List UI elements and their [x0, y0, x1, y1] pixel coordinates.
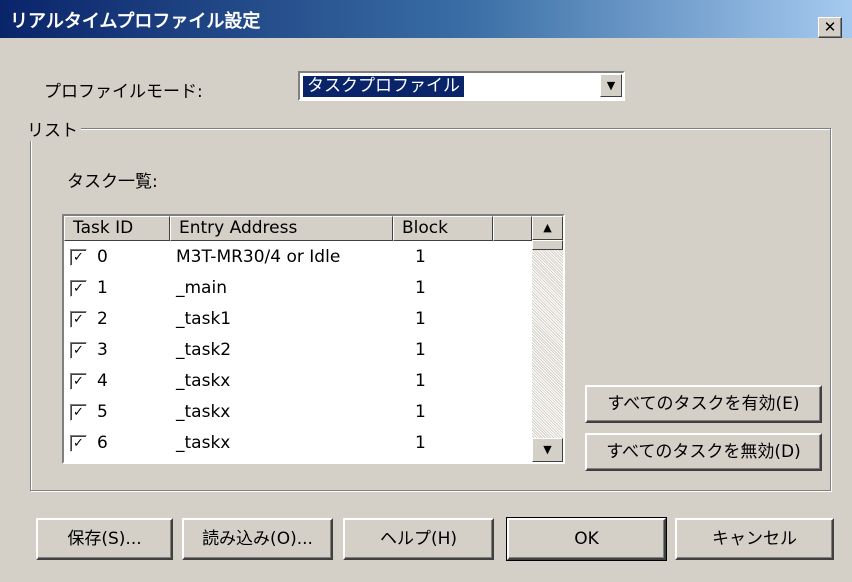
- cancel-button[interactable]: キャンセル: [675, 518, 834, 560]
- task-checkbox[interactable]: ✓: [70, 435, 87, 452]
- block-value: 1: [415, 309, 426, 329]
- column-header-entry-address[interactable]: Entry Address: [170, 216, 393, 241]
- table-row[interactable]: ✓ 3 _task2 1: [64, 335, 532, 366]
- entry-address: _task1: [176, 309, 232, 329]
- close-button[interactable]: ✕: [818, 17, 842, 38]
- block-value: 1: [415, 433, 426, 453]
- task-checkbox[interactable]: ✓: [70, 373, 87, 390]
- column-header-task-id[interactable]: Task ID: [64, 216, 170, 241]
- profile-mode-label: プロファイルモード:: [44, 82, 203, 102]
- block-value: 1: [415, 371, 426, 391]
- task-id: 2: [97, 309, 108, 329]
- task-checkbox[interactable]: ✓: [70, 280, 87, 297]
- task-id: 3: [97, 340, 108, 360]
- dropdown-arrow-icon[interactable]: ▼: [600, 74, 622, 97]
- scroll-down-icon[interactable]: ▼: [532, 438, 563, 462]
- task-id: 0: [97, 247, 108, 267]
- column-header-empty[interactable]: [493, 216, 532, 241]
- save-button[interactable]: 保存(S)...: [36, 518, 173, 560]
- disable-all-tasks-button[interactable]: すべてのタスクを無効(D): [585, 433, 822, 471]
- block-value: 1: [415, 340, 426, 360]
- entry-address: _taskx: [176, 371, 231, 391]
- vertical-scrollbar[interactable]: ▲ ▼: [532, 216, 563, 462]
- entry-address: _main: [176, 278, 227, 298]
- entry-address: _taskx: [176, 433, 231, 453]
- profile-mode-value: タスクプロファイル: [303, 76, 464, 97]
- table-row[interactable]: ✓ 1 _main 1: [64, 273, 532, 304]
- table-row[interactable]: ✓ 2 _task1 1: [64, 304, 532, 335]
- entry-address: M3T-MR30/4 or Idle: [176, 247, 341, 267]
- ok-button[interactable]: OK: [506, 517, 667, 561]
- block-value: 1: [415, 278, 426, 298]
- block-value: 1: [415, 247, 426, 267]
- scroll-thumb[interactable]: [532, 240, 563, 250]
- task-id: 4: [97, 371, 108, 391]
- title-bar: リアルタイムプロファイル設定 ✕: [0, 0, 852, 38]
- task-checkbox[interactable]: ✓: [70, 311, 87, 328]
- profile-mode-select[interactable]: タスクプロファイル ▼: [298, 71, 625, 101]
- block-value: 1: [415, 402, 426, 422]
- task-id: 6: [97, 433, 108, 453]
- column-header-block[interactable]: Block: [393, 216, 493, 241]
- load-button[interactable]: 読み込み(O)...: [182, 518, 333, 560]
- task-checkbox[interactable]: ✓: [70, 342, 87, 359]
- window-title: リアルタイムプロファイル設定: [10, 11, 261, 32]
- enable-all-tasks-button[interactable]: すべてのタスクを有効(E): [585, 385, 822, 423]
- entry-address: _task2: [176, 340, 232, 360]
- scroll-up-icon[interactable]: ▲: [532, 216, 563, 240]
- task-list[interactable]: Task ID Entry Address Block ✓ 0 M3T-MR30…: [62, 214, 565, 464]
- task-id: 1: [97, 278, 108, 298]
- task-checkbox[interactable]: ✓: [70, 404, 87, 421]
- help-button[interactable]: ヘルプ(H): [343, 518, 494, 560]
- entry-address: _taskx: [176, 402, 231, 422]
- task-list-label: タスク一覧:: [67, 172, 158, 192]
- list-group-label: リスト: [24, 116, 81, 141]
- table-row[interactable]: ✓ 4 _taskx 1: [64, 366, 532, 397]
- task-checkbox[interactable]: ✓: [70, 249, 87, 266]
- table-row[interactable]: ✓ 0 M3T-MR30/4 or Idle 1: [64, 242, 532, 273]
- task-id: 5: [97, 402, 108, 422]
- table-row[interactable]: ✓ 6 _taskx 1: [64, 428, 532, 459]
- table-row[interactable]: ✓ 5 _taskx 1: [64, 397, 532, 428]
